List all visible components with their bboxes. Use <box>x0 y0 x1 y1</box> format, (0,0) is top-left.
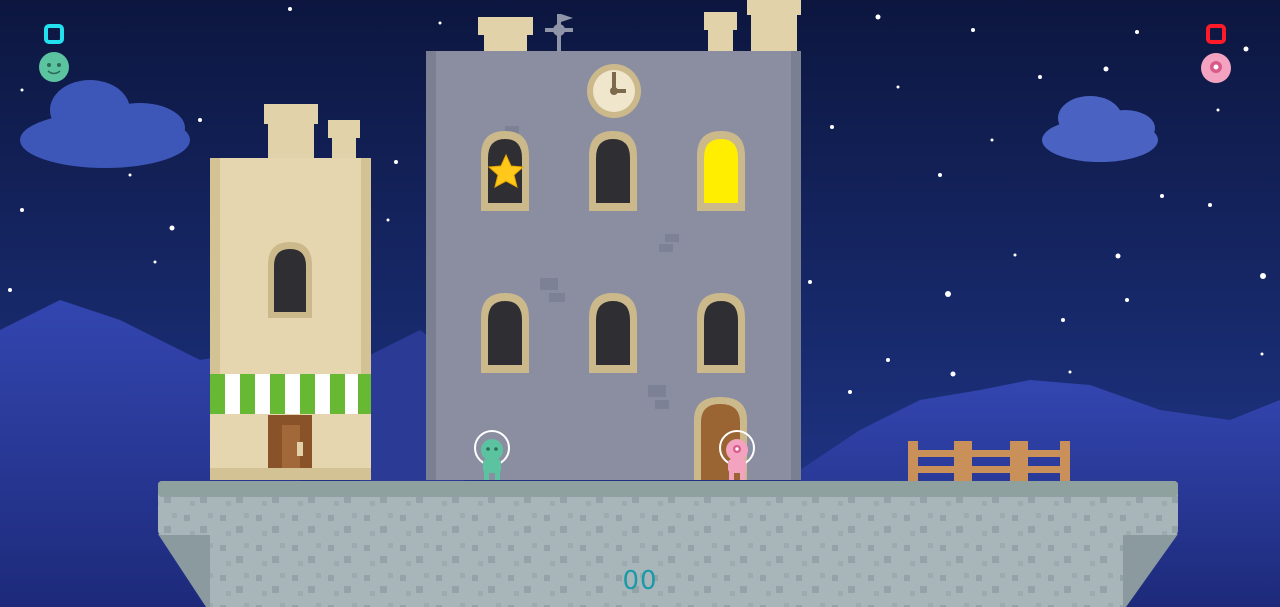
player1-avatar <box>39 52 69 82</box>
score-counter: 00 <box>622 566 658 596</box>
beige-tower <box>210 104 371 480</box>
game-scene <box>0 0 1280 607</box>
gray-tower <box>426 0 801 480</box>
striped-awning <box>210 374 371 414</box>
clock-icon <box>587 64 641 118</box>
